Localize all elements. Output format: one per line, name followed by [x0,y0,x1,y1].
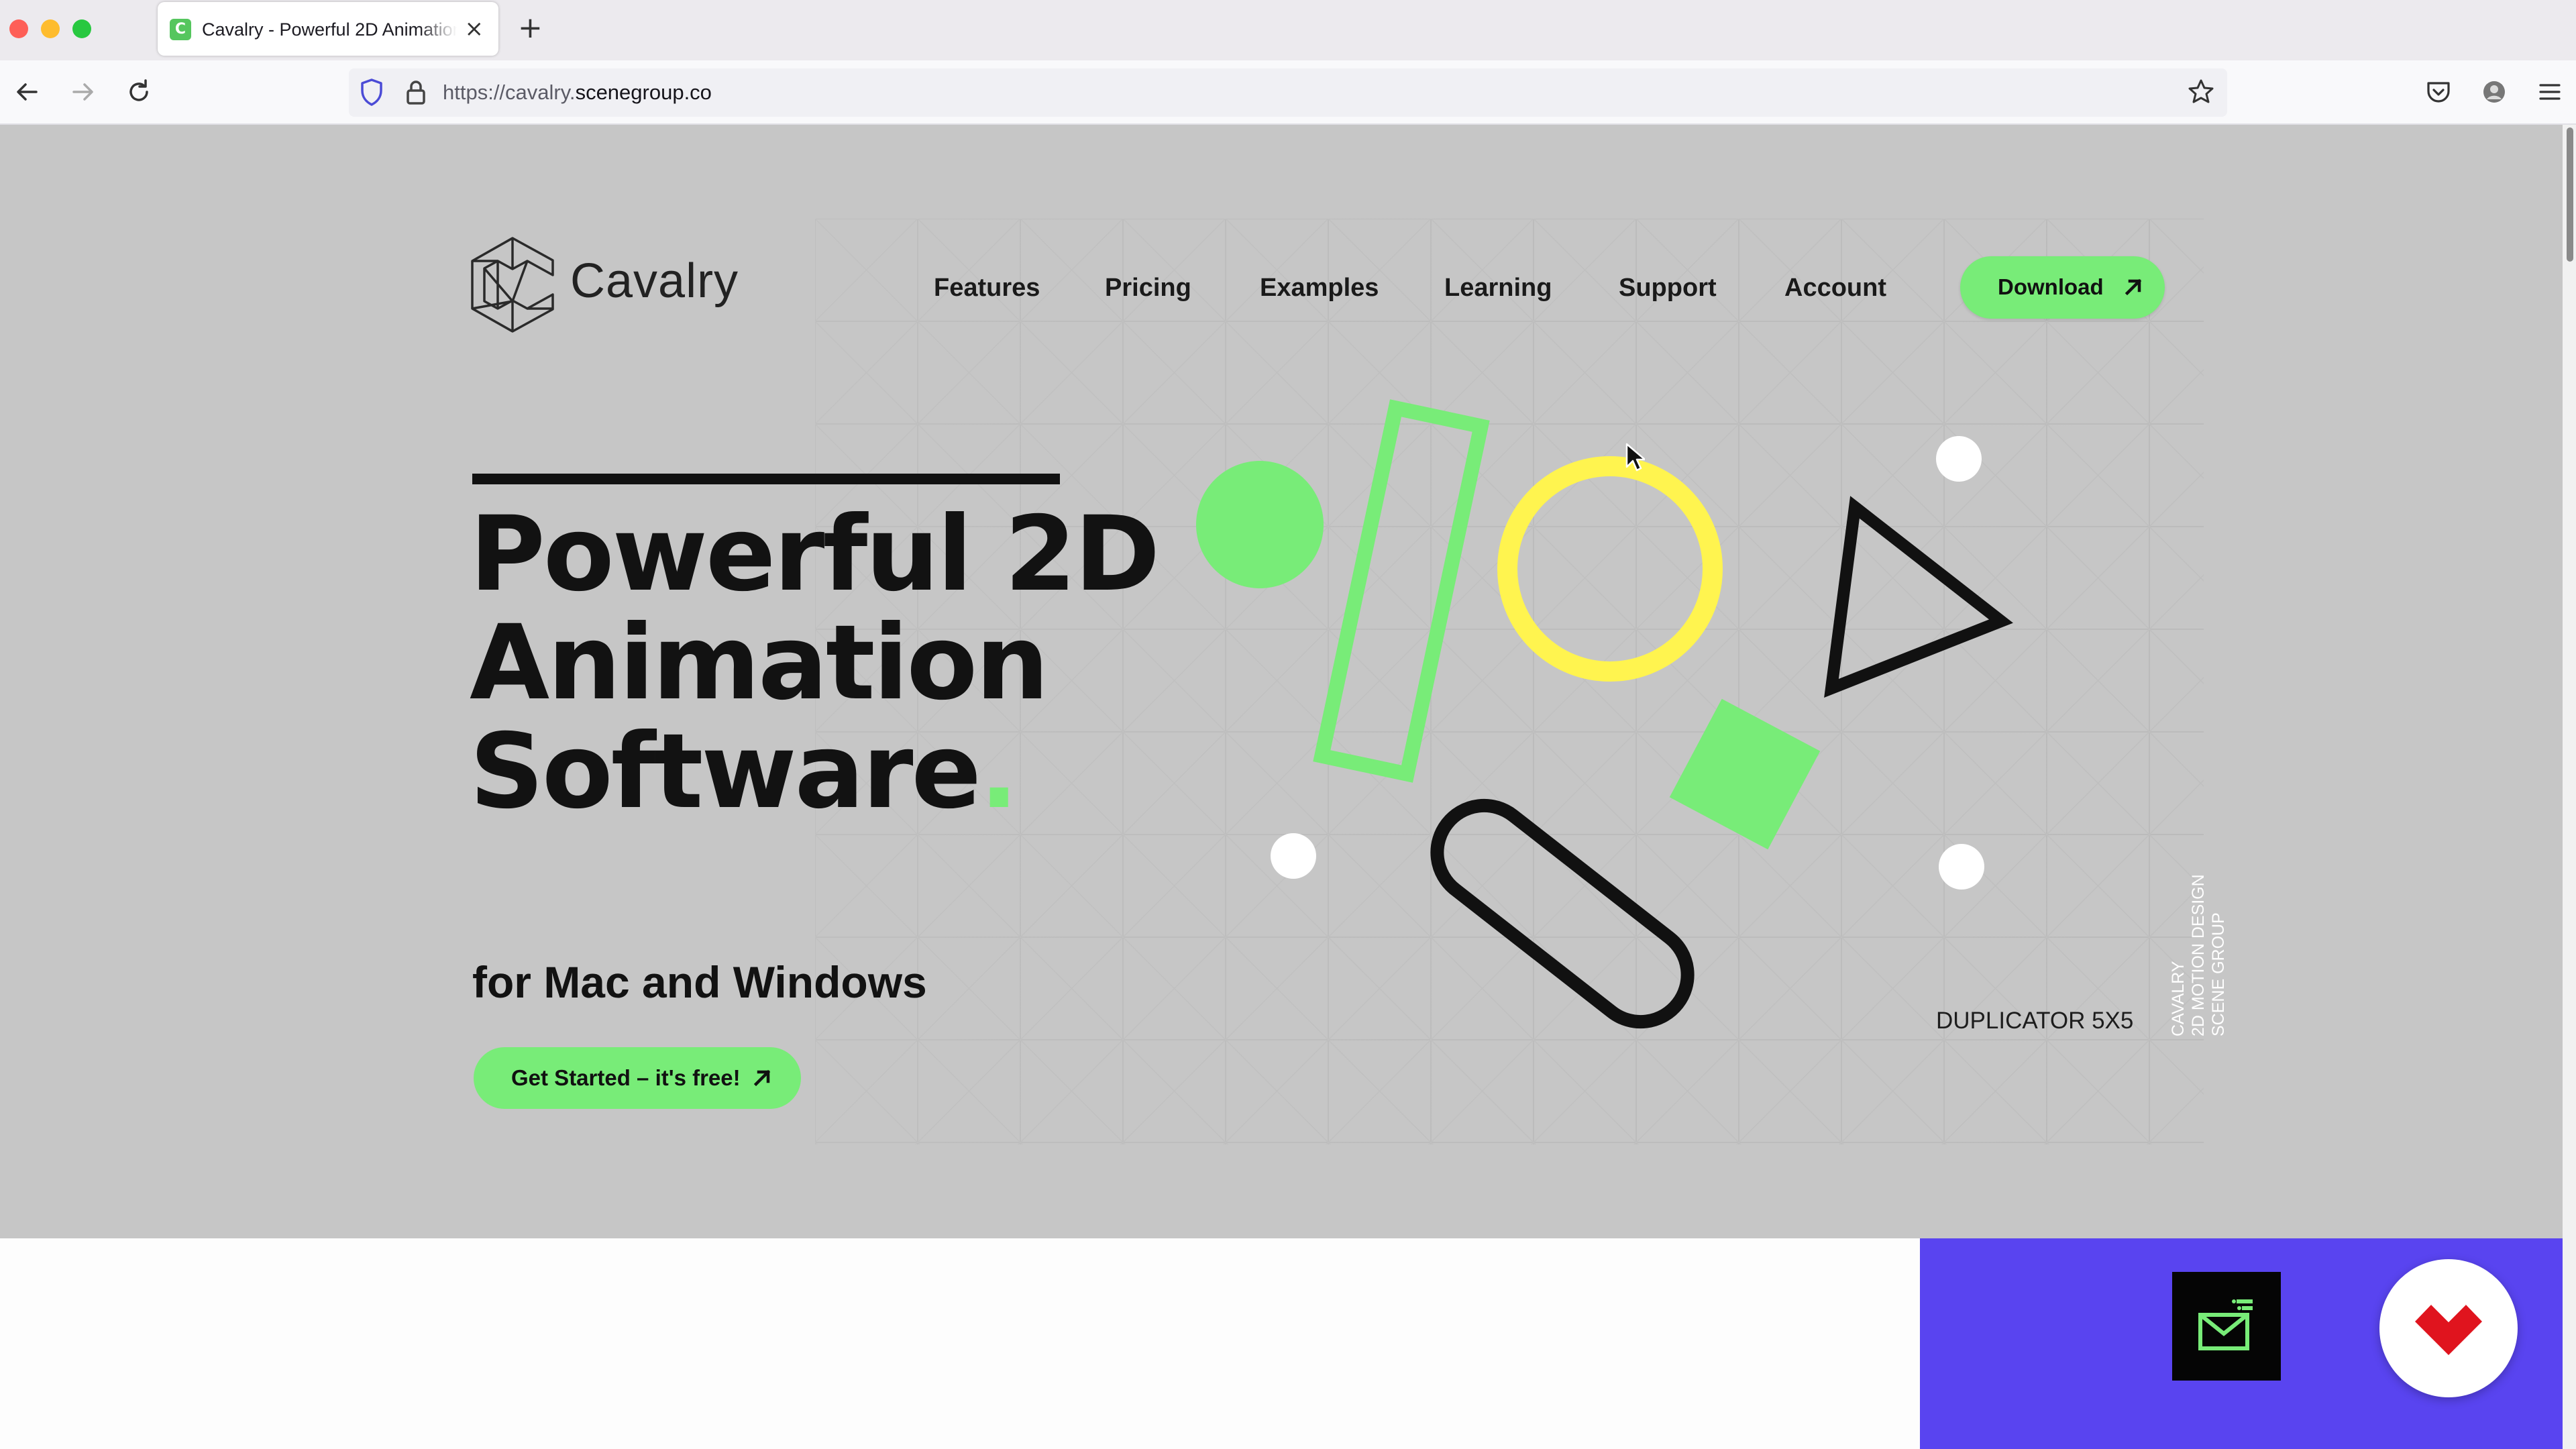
chat-logo-icon [2415,1303,2482,1355]
minimize-window-button[interactable] [41,19,60,38]
pocket-icon[interactable] [2423,76,2454,107]
tab-title: Cavalry - Powerful 2D Animation Software [202,19,457,40]
close-tab-icon[interactable]: × [465,15,484,42]
animation-preview [1196,399,2013,1029]
content-section [0,1238,1920,1449]
green-rectangle-outline-shape [1313,399,1490,783]
green-circle-shape [1196,461,1324,588]
chat-widget-button[interactable] [2379,1259,2518,1397]
mouse-cursor-icon [1625,443,1645,472]
close-window-button[interactable] [9,19,28,38]
back-icon[interactable] [12,76,43,107]
shield-icon[interactable] [357,76,386,109]
white-dot-shape [1939,844,1984,890]
newsletter-button[interactable] [2172,1272,2281,1381]
credit-vertical-label: CAVALRY 2D MOTION DESIGN SCENE GROUP [2169,874,2228,1036]
menu-icon[interactable] [2534,76,2565,107]
page-scrollbar[interactable] [2563,125,2576,1449]
black-triangle-outline-shape [1824,496,2013,698]
url-text[interactable]: https://cavalry.scenegroup.co [443,80,712,105]
forward-icon[interactable] [67,76,98,107]
browser-nav-bar: https://cavalry.scenegroup.co [0,60,2576,125]
green-square-shape [1669,698,1821,850]
browser-tab-bar: C Cavalry - Powerful 2D Animation Softwa… [0,0,2576,60]
new-tab-button[interactable]: + [518,11,543,45]
white-dot-shape [1271,833,1316,879]
browser-tab[interactable]: C Cavalry - Powerful 2D Animation Softwa… [158,2,498,56]
yellow-ring-shape [1497,456,1723,682]
address-bar[interactable]: https://cavalry.scenegroup.co [349,68,2227,117]
lock-icon[interactable] [402,78,429,107]
scene-label: DUPLICATOR 5X5 [1936,1008,2134,1034]
account-icon[interactable] [2479,76,2510,107]
cavalry-favicon-icon: C [170,19,191,40]
star-icon[interactable] [2187,78,2215,106]
zoom-window-button[interactable] [72,19,91,38]
white-dot-shape [1936,436,1982,482]
black-capsule-outline-shape [1430,798,1695,1029]
scrollbar-thumb[interactable] [2567,127,2573,262]
reload-icon[interactable] [123,76,154,107]
hero-section: Cavalry Features Pricing Examples Learni… [0,125,2563,1238]
mail-icon [2198,1272,2281,1350]
